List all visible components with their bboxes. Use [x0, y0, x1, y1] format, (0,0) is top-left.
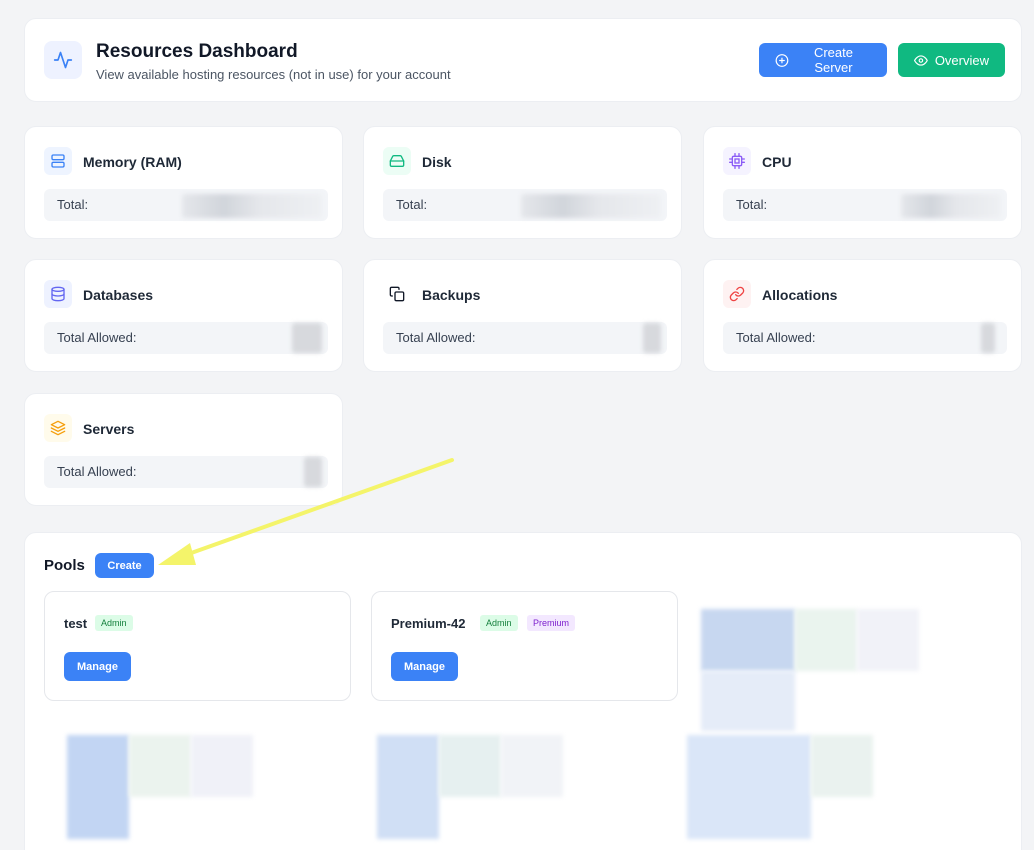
annotation-arrow	[158, 458, 454, 565]
